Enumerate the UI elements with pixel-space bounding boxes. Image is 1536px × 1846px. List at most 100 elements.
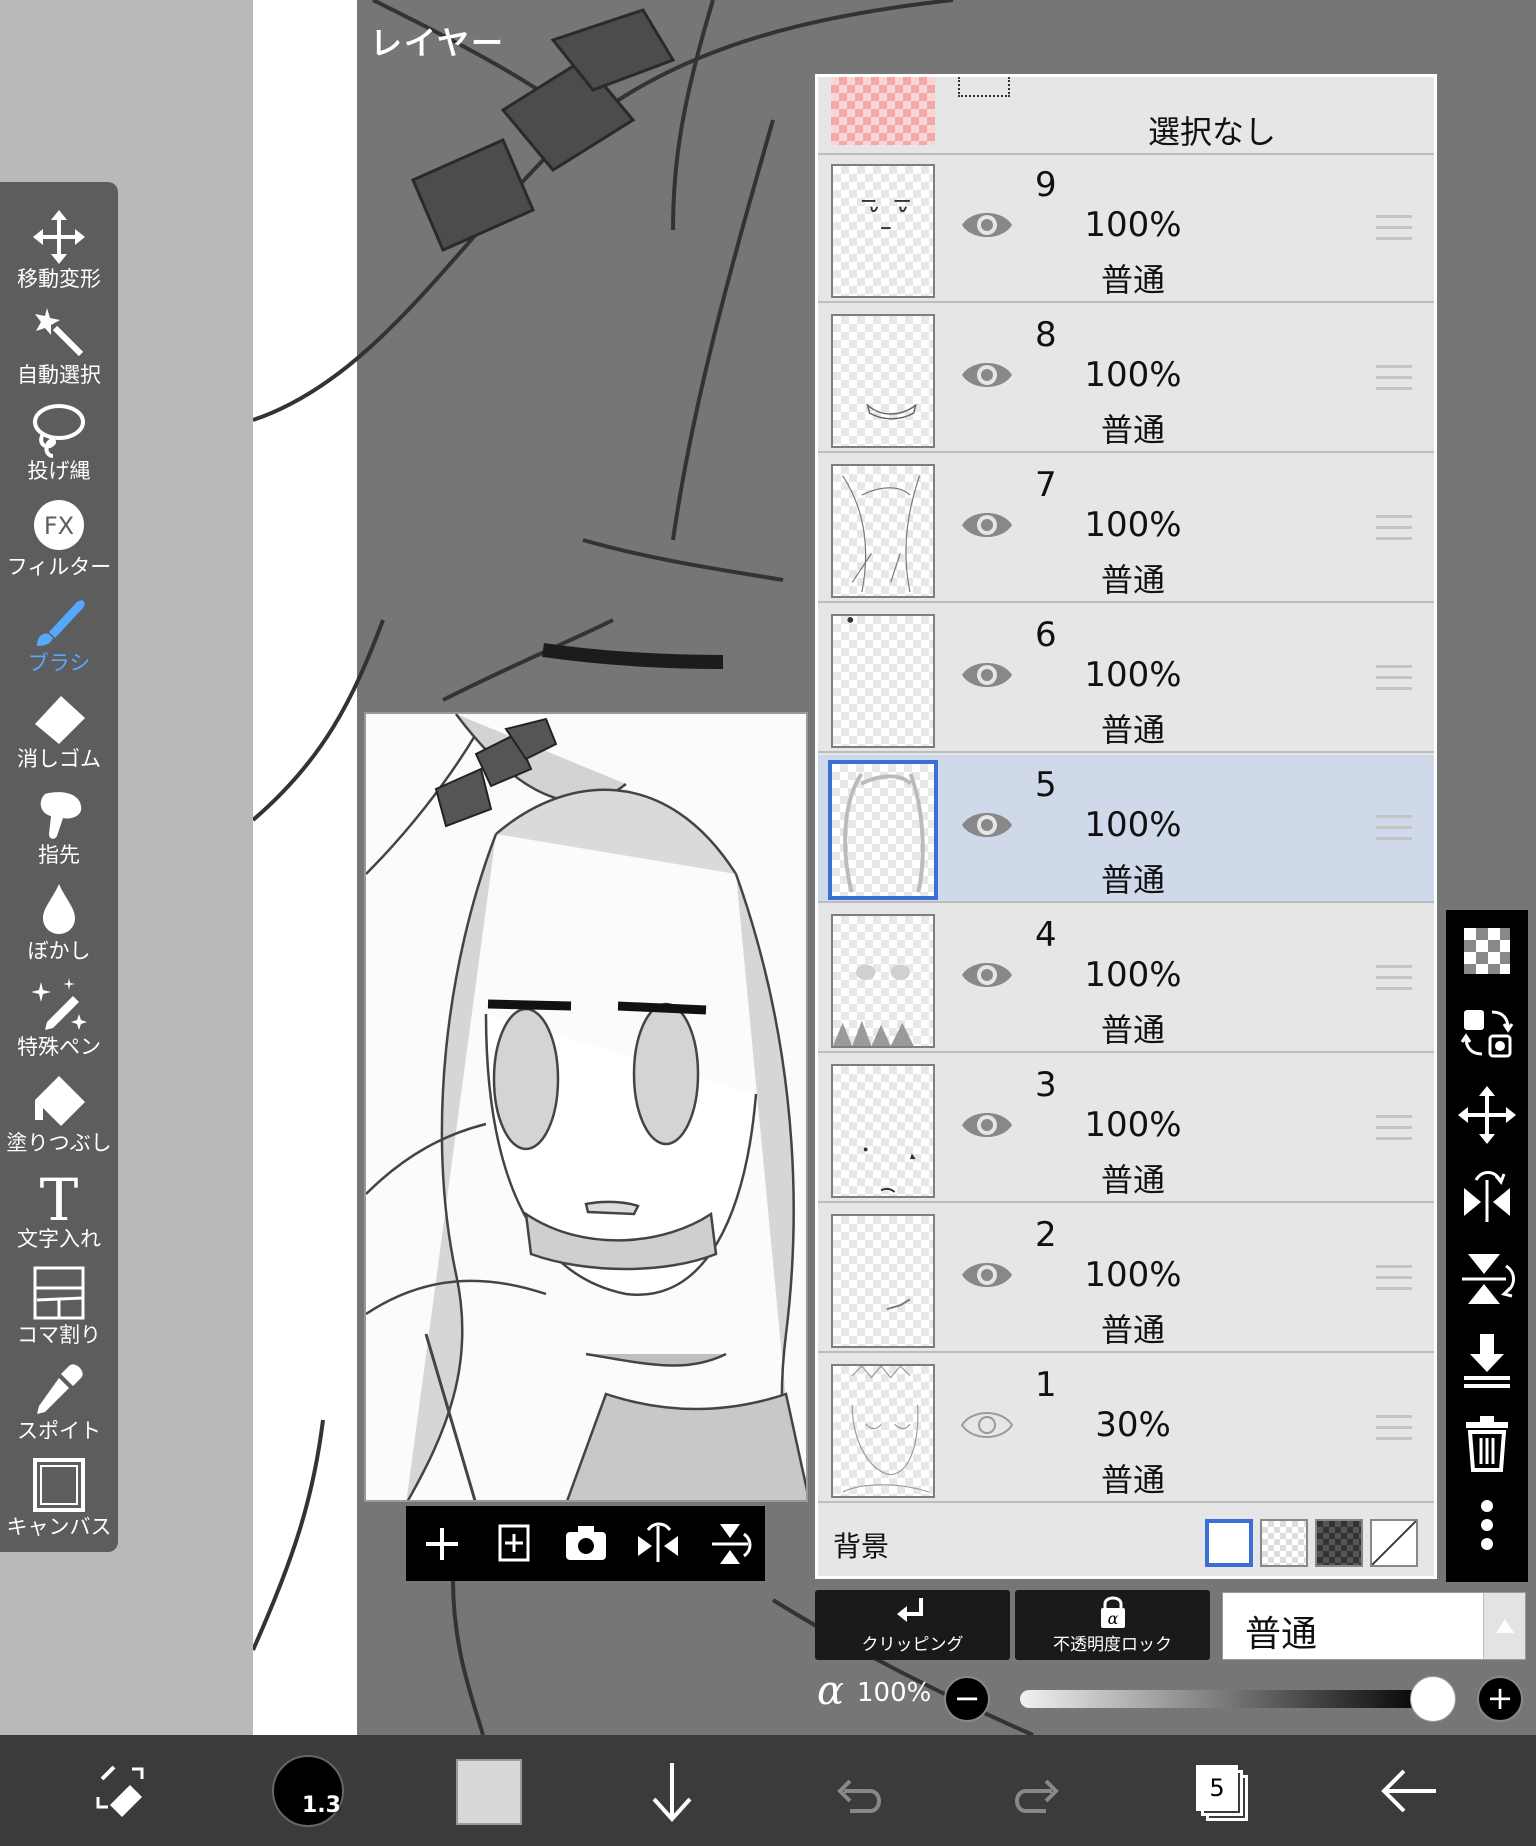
arrow-down-icon[interactable]: [640, 1735, 704, 1846]
drag-handle-icon[interactable]: [1376, 365, 1412, 391]
undo-icon[interactable]: [822, 1735, 892, 1846]
opacity-slider-track[interactable]: [1020, 1690, 1430, 1708]
layer-opacity: 100%: [1084, 205, 1182, 245]
layer-row[interactable]: 1 30% 普通: [818, 1355, 1434, 1503]
background-white-option[interactable]: [1205, 1519, 1253, 1567]
move-layer-icon[interactable]: [1446, 1074, 1528, 1156]
clipping-button[interactable]: クリッピング: [815, 1590, 1010, 1660]
tool-special-pen[interactable]: 特殊ペン: [0, 972, 118, 1068]
opacity-slider-knob[interactable]: [1410, 1676, 1456, 1722]
background-transparent-option[interactable]: [1260, 1519, 1308, 1567]
drag-handle-icon[interactable]: [1376, 515, 1412, 541]
tool-smudge[interactable]: 指先: [0, 780, 118, 876]
layer-row[interactable]: 2 100% 普通: [818, 1205, 1434, 1353]
visibility-eye-icon[interactable]: [960, 1105, 1014, 1145]
layer-thumbnail: [831, 1214, 935, 1348]
layer-blend-mode: 普通: [1100, 261, 1165, 299]
flip-vertical-icon[interactable]: [694, 1506, 766, 1581]
add-preview-icon[interactable]: [406, 1506, 478, 1581]
tool-blur[interactable]: ぼかし: [0, 876, 118, 972]
drag-handle-icon[interactable]: [1376, 965, 1412, 991]
tool-filter[interactable]: FX フィルター: [0, 492, 118, 588]
eyedropper-icon: [37, 1364, 83, 1414]
tool-lasso[interactable]: 投げ縄: [0, 396, 118, 492]
primary-color-swatch[interactable]: [456, 1759, 522, 1825]
selection-layer-label: 選択なし: [1148, 113, 1277, 151]
clipping-arrow-icon: [896, 1598, 923, 1622]
layer-opacity: 100%: [1084, 505, 1182, 545]
visibility-eye-icon[interactable]: [960, 805, 1014, 845]
layer-blend-mode: 普通: [1100, 411, 1165, 449]
visibility-eye-off-icon[interactable]: [960, 1405, 1014, 1445]
blend-mode-dropdown-arrow[interactable]: [1483, 1593, 1525, 1659]
filter-icon: FX: [34, 500, 84, 550]
tool-move-transform[interactable]: 移動変形: [0, 204, 118, 300]
flip-layer-vertical-icon[interactable]: [1446, 1238, 1528, 1320]
tool-magic-wand[interactable]: 自動選択: [0, 300, 118, 396]
visibility-eye-icon[interactable]: [960, 1255, 1014, 1295]
eraser-icon: [35, 696, 85, 744]
opacity-lock-button[interactable]: α 不透明度ロック: [1015, 1590, 1210, 1660]
brush-size-value: 1.3: [302, 1793, 341, 1818]
flip-horizontal-icon[interactable]: [622, 1506, 694, 1581]
drag-handle-icon[interactable]: [1376, 215, 1412, 241]
visibility-eye-icon[interactable]: [960, 655, 1014, 695]
magic-wand-icon: [35, 308, 84, 357]
background-row: 背景: [818, 1505, 1434, 1576]
drag-handle-icon[interactable]: [1376, 1115, 1412, 1141]
visibility-eye-icon[interactable]: [960, 205, 1014, 245]
tool-label: フィルター: [6, 555, 112, 579]
navigator-preview[interactable]: [364, 712, 808, 1502]
visibility-eye-icon[interactable]: [960, 355, 1014, 395]
smudge-icon: [40, 792, 82, 839]
layer-row[interactable]: 4 100% 普通: [818, 905, 1434, 1053]
tool-eraser[interactable]: 消しゴム: [0, 684, 118, 780]
layers-button[interactable]: 5: [1196, 1765, 1250, 1821]
background-none-option[interactable]: [1370, 1519, 1418, 1567]
layer-row[interactable]: 7 100% 普通: [818, 455, 1434, 603]
layer-row[interactable]: 5 100% 普通: [818, 755, 1434, 903]
background-dark-option[interactable]: [1315, 1519, 1363, 1567]
layer-thumbnail: [828, 760, 938, 900]
transparency-checker-icon[interactable]: [1446, 910, 1528, 992]
tool-brush[interactable]: ブラシ: [0, 588, 118, 684]
triangle-up-icon: [1496, 1619, 1514, 1633]
drag-handle-icon[interactable]: [1376, 665, 1412, 691]
layer-row[interactable]: 6 100% 普通: [818, 605, 1434, 753]
trash-icon[interactable]: [1446, 1402, 1528, 1484]
blend-mode-select[interactable]: 普通: [1222, 1592, 1526, 1660]
opacity-decrease-button[interactable]: −: [944, 1676, 990, 1722]
brush-size-indicator[interactable]: 1.3: [272, 1755, 344, 1827]
tool-frame-divider[interactable]: コマ割り: [0, 1260, 118, 1356]
visibility-eye-icon[interactable]: [960, 955, 1014, 995]
back-arrow-icon[interactable]: [1370, 1735, 1450, 1846]
swap-eraser-icon[interactable]: [80, 1735, 170, 1846]
layer-row[interactable]: 3 100% 普通: [818, 1055, 1434, 1203]
more-options-icon[interactable]: [1446, 1484, 1528, 1566]
tool-label: スポイト: [17, 1419, 101, 1443]
selection-layer-row[interactable]: 選択なし: [818, 77, 1434, 155]
layer-blend-mode: 普通: [1100, 1161, 1165, 1199]
add-reference-icon[interactable]: [478, 1506, 550, 1581]
camera-icon[interactable]: [550, 1506, 622, 1581]
tool-fill[interactable]: 塗りつぶし: [0, 1068, 118, 1164]
drag-handle-icon[interactable]: [1376, 1415, 1412, 1441]
flip-layer-horizontal-icon[interactable]: [1446, 1156, 1528, 1238]
swap-layer-icon[interactable]: [1446, 992, 1528, 1074]
opacity-increase-button[interactable]: +: [1477, 1676, 1523, 1722]
tool-canvas[interactable]: キャンバス: [0, 1452, 118, 1548]
layer-thumbnail: [831, 914, 935, 1048]
tool-eyedropper[interactable]: スポイト: [0, 1356, 118, 1452]
layer-list: 選択なし 9 100% 普通 8 100% 普通 7 100% 普通 6 100% 普通 5 100% 普通…: [815, 74, 1437, 1579]
layer-thumbnail: [831, 1064, 935, 1198]
blur-icon: [43, 884, 75, 934]
drag-handle-icon[interactable]: [1376, 1265, 1412, 1291]
layer-row[interactable]: 9 100% 普通: [818, 155, 1434, 303]
merge-down-icon[interactable]: [1446, 1320, 1528, 1402]
layer-row[interactable]: 8 100% 普通: [818, 305, 1434, 453]
drag-handle-icon[interactable]: [1376, 815, 1412, 841]
lasso-icon: [33, 404, 85, 458]
tool-text[interactable]: T 文字入れ: [0, 1164, 118, 1260]
visibility-eye-icon[interactable]: [960, 505, 1014, 545]
redo-icon[interactable]: [1004, 1735, 1074, 1846]
